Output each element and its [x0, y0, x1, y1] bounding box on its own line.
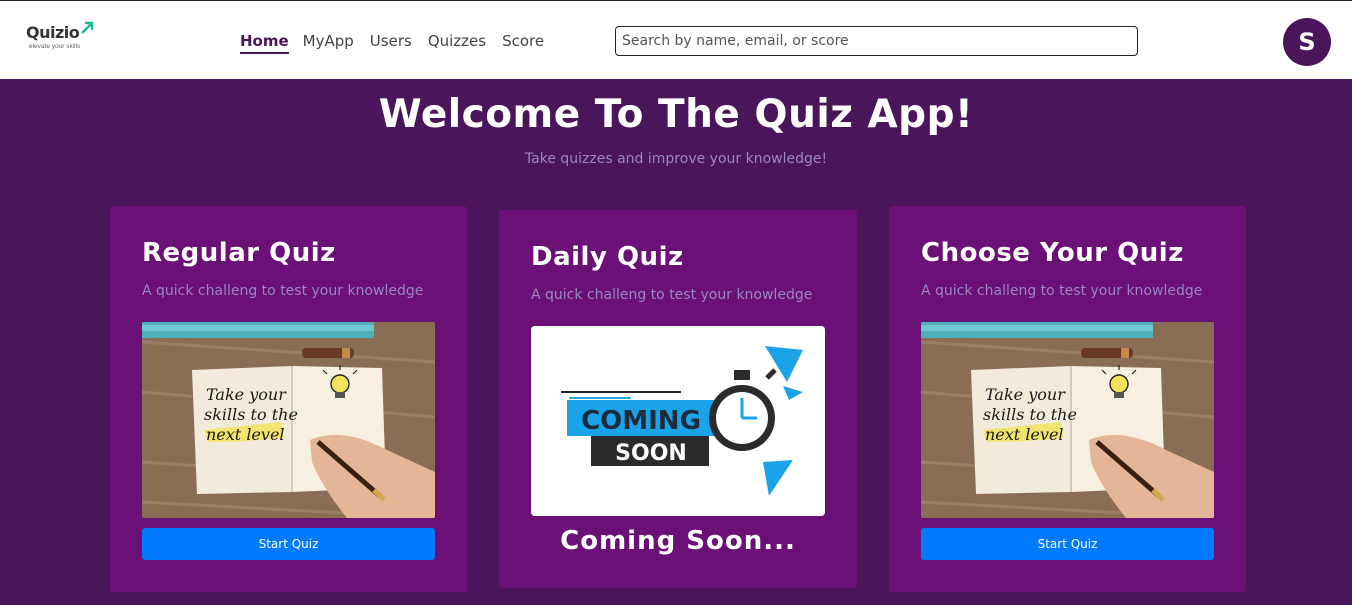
start-quiz-button[interactable]: Start Quiz [921, 528, 1214, 560]
nav-users[interactable]: Users [370, 32, 412, 54]
card-description: A quick challeng to test your knowledge [531, 287, 813, 303]
soon-label: SOON [615, 441, 687, 466]
nav-score[interactable]: Score [502, 32, 544, 54]
logo-wordmark: Quizio [26, 23, 80, 42]
main-nav: Home MyApp Users Quizzes Score [240, 32, 560, 54]
logo[interactable]: Quizio elevate your skills [26, 21, 96, 55]
image-text-line2: skills to the [983, 405, 1077, 424]
notebook-illustration-art: Take your skills to the next level [921, 322, 1214, 518]
nav-home[interactable]: Home [240, 32, 289, 54]
search-input[interactable] [615, 26, 1138, 56]
notebook-illustration: Take your skills to the next level [142, 322, 435, 518]
page-subtitle: Take quizzes and improve your knowledge! [524, 151, 828, 167]
quiz-card-regular: Regular Quiz A quick challeng to test yo… [110, 206, 467, 592]
nav-quizzes[interactable]: Quizzes [428, 32, 486, 54]
coming-soon-status: Coming Soon... [560, 526, 796, 556]
image-text-line3: next level [206, 425, 285, 444]
coming-label: COMING [581, 406, 701, 436]
image-text-line1: Take your [206, 385, 287, 404]
card-description: A quick challeng to test your knowledge [142, 283, 424, 299]
card-title: Regular Quiz [142, 238, 336, 268]
logo-tagline: elevate your skills [29, 43, 81, 50]
card-title: Choose Your Quiz [921, 238, 1184, 268]
quiz-card-choose: Choose Your Quiz A quick challeng to tes… [889, 206, 1246, 592]
navbar: Quizio elevate your skills Home MyApp Us… [0, 0, 1352, 79]
quiz-card-daily: Daily Quiz A quick challeng to test your… [499, 210, 857, 588]
logo-arrow-icon [81, 21, 94, 34]
coming-soon-art: COMING SOON [531, 326, 825, 516]
card-description: A quick challeng to test your knowledge [921, 283, 1203, 299]
notebook-illustration-art: Take your skills to the next level [142, 322, 435, 518]
page-title: Welcome To The Quiz App! [378, 92, 974, 137]
start-quiz-button[interactable]: Start Quiz [142, 528, 435, 560]
notebook-illustration: Take your skills to the next level [921, 322, 1214, 518]
card-title: Daily Quiz [531, 242, 684, 272]
nav-myapp[interactable]: MyApp [303, 32, 354, 54]
image-text-line3: next level [985, 425, 1064, 444]
user-avatar[interactable]: S [1283, 18, 1331, 66]
image-text-line2: skills to the [204, 405, 298, 424]
image-text-line1: Take your [985, 385, 1066, 404]
stopwatch-illustration: COMING SOON [531, 326, 825, 516]
